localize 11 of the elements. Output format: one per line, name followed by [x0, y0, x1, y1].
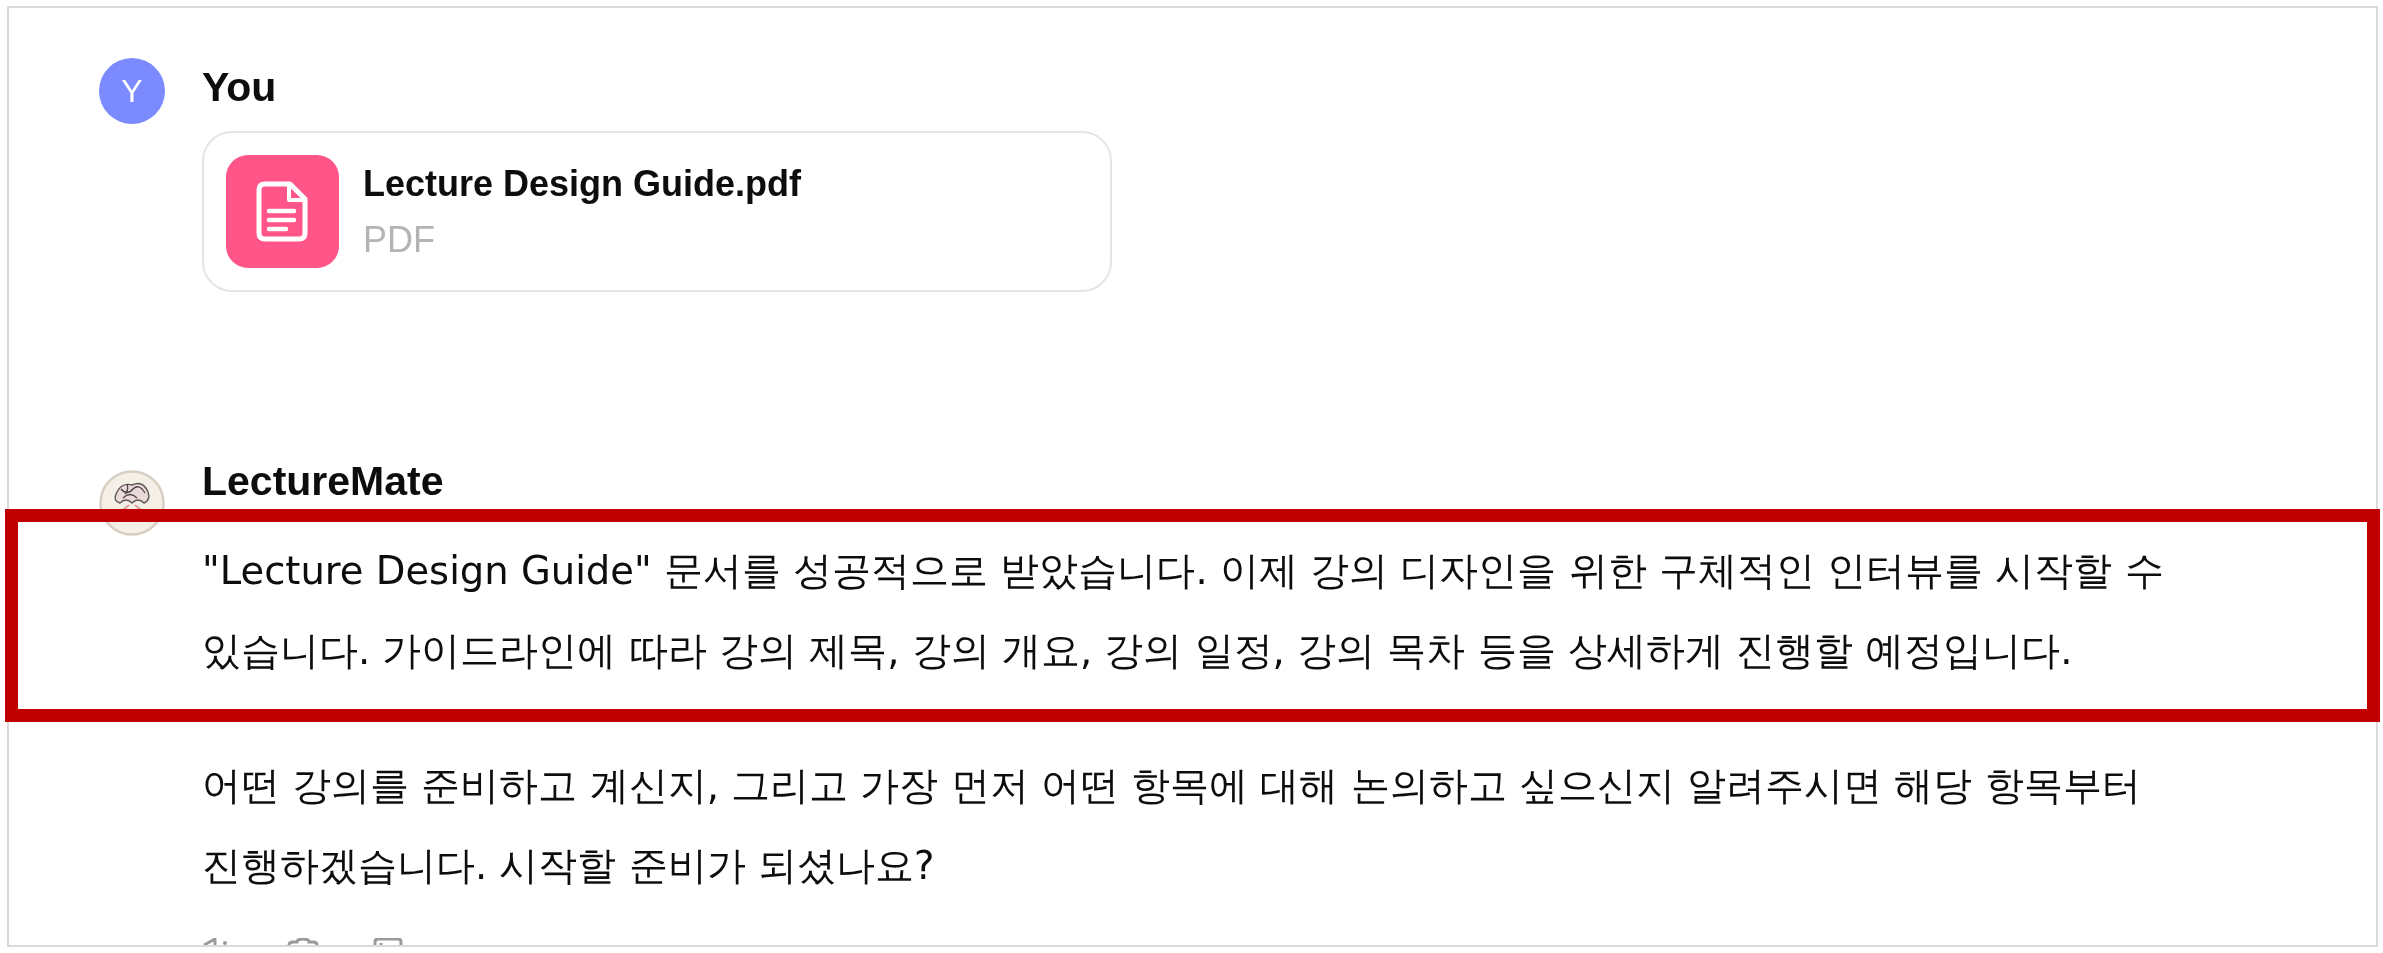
file-type: PDF [363, 217, 436, 262]
book-emblem-icon [99, 470, 165, 536]
document-icon [226, 155, 339, 268]
attachment-card[interactable]: Lecture Design Guide.pdf PDF [202, 131, 1112, 292]
file-name: Lecture Design Guide.pdf [363, 161, 802, 206]
message-paragraph: 어떤 강의를 준비하고 계신지, 그리고 가장 먼저 어떤 항목에 대해 논의하고 싶으신지 알려주시면 해당 항목부터 진행하겠습니다. 시작할 준비가 되셨나요? [202, 762, 2142, 890]
user-avatar: Y [99, 58, 165, 124]
author-name: You [202, 66, 278, 108]
author-name: LectureMate [202, 460, 445, 502]
message-paragraph: "Lecture Design Guide" 문서를 성공적으로 받았습니다. 이제 강의 디자인을 위한 구체적인 인터뷰를 시작할 수 있습니다. 가이드라인에 따라 강의 제목, 강의 개요, 강의 일정, 강의 목차 등을 상세하게 진행할 예정입니다. [202, 531, 2184, 691]
clipboard-icon[interactable] [285, 938, 321, 945]
